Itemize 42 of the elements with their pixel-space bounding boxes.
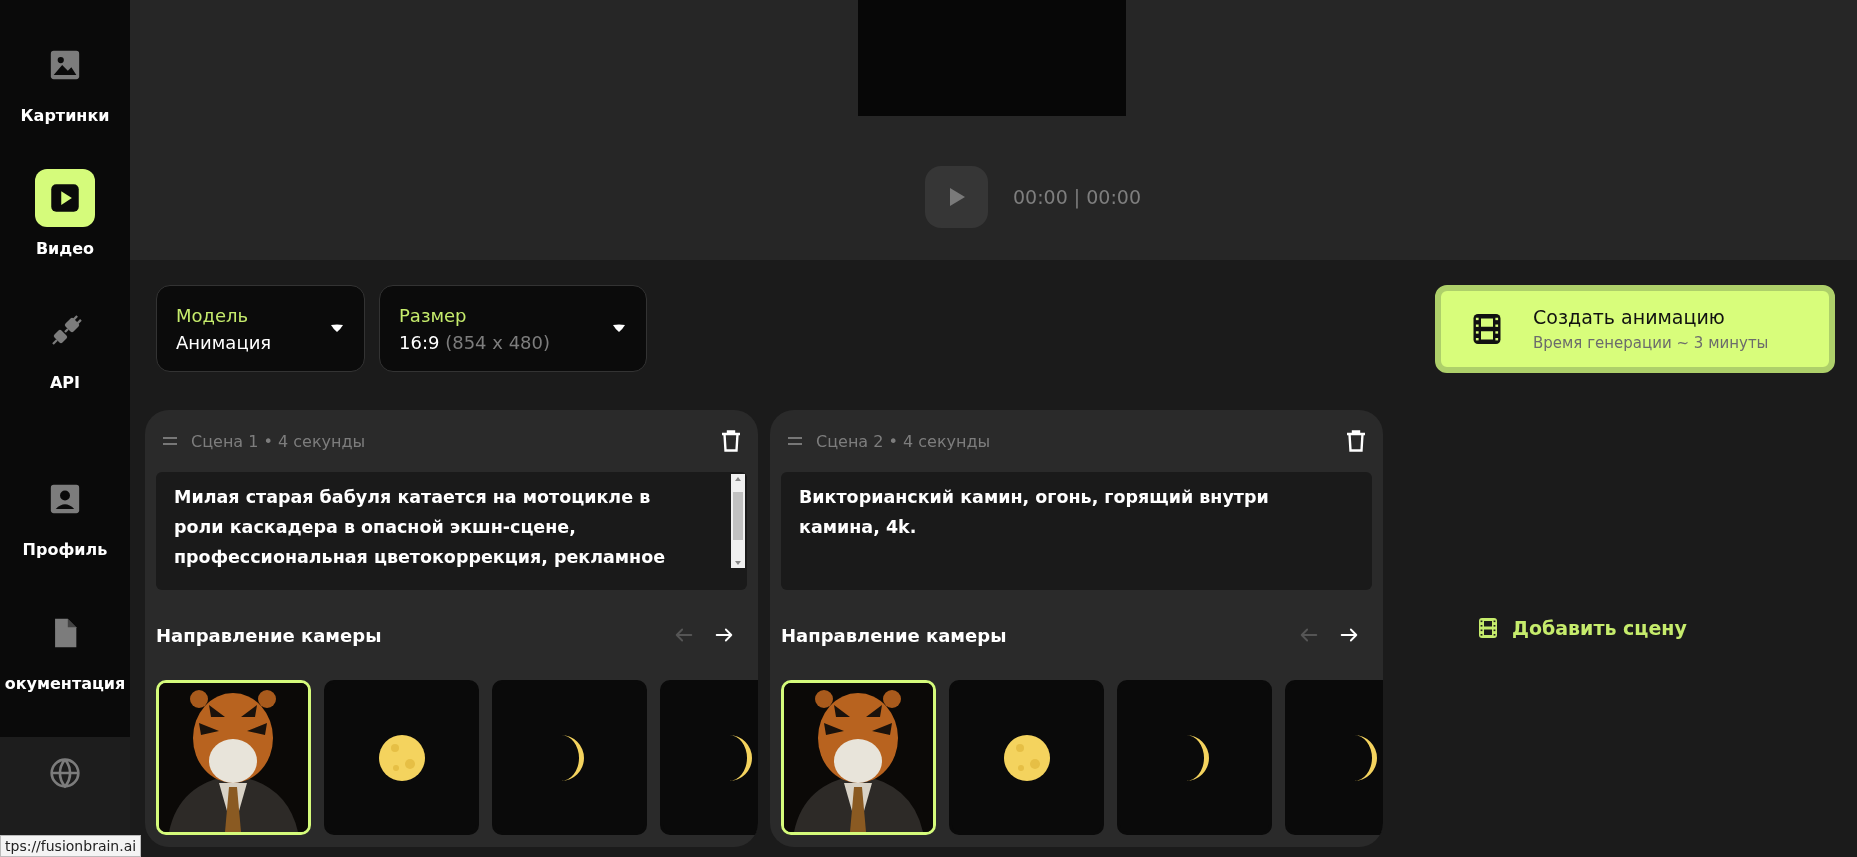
- delete-button[interactable]: [721, 430, 741, 452]
- create-subtitle: Время генерации ~ 3 минуты: [1533, 334, 1769, 352]
- trash-icon: [1346, 430, 1366, 452]
- drag-handle-icon[interactable]: [788, 437, 802, 445]
- dropdown-value: Анимация: [176, 331, 272, 353]
- drag-handle-icon[interactable]: [163, 437, 177, 445]
- scene-title: Сцена 1 • 4 секунды: [191, 431, 367, 451]
- add-scene-link[interactable]: Добавить сцену: [1476, 616, 1687, 640]
- scrollbar[interactable]: [731, 474, 745, 568]
- caret-icon: [330, 324, 344, 333]
- dropdown-label: Модель: [176, 304, 250, 326]
- prompt-field[interactable]: Милая старая бабуля катается на мотоцикле в роли каскадера в опасной экшн-сцене, профессиональная цветокоррекция, рекламное: [156, 472, 747, 590]
- dropdown[interactable]: Размер 16:9 (854 x 480): [379, 285, 647, 372]
- camera-option[interactable]: [324, 680, 479, 835]
- caret-icon: [612, 324, 626, 333]
- sidebar-item[interactable]: Видео: [0, 169, 130, 303]
- create-title: Создать анимацию: [1533, 306, 1726, 328]
- prompt-field[interactable]: Викторианский камин, огонь, горящий внутри камина, 4k.: [781, 472, 1372, 590]
- create-animation-button[interactable]: Создать анимацию Время генерации ~ 3 минуты: [1435, 285, 1835, 373]
- sidebar-item[interactable]: окументация: [0, 603, 130, 737]
- play-icon: [947, 187, 966, 207]
- status-url: tps://fusionbrain.ai: [0, 835, 142, 857]
- camera-direction-label: Направление камеры: [781, 624, 1008, 646]
- full-moon-icon: [1002, 733, 1051, 782]
- sidebar-item[interactable]: API: [0, 302, 130, 437]
- film-icon: [1476, 616, 1500, 640]
- play-button[interactable]: [925, 166, 988, 228]
- image-icon: [48, 48, 82, 82]
- trash-icon: [721, 430, 741, 452]
- playback-time: 00:00 | 00:00: [1013, 186, 1141, 208]
- dropdown-label: Размер: [399, 304, 468, 326]
- scene-title: Сцена 2 • 4 секунды: [816, 431, 992, 451]
- sidebar-item[interactable]: Картинки: [0, 36, 130, 170]
- dropdown-value: 16:9 (854 x 480): [399, 331, 550, 353]
- play-icon: [50, 183, 80, 214]
- sidebar-item[interactable]: Профиль: [0, 470, 130, 604]
- camera-option[interactable]: [949, 680, 1104, 835]
- globe-icon[interactable]: [49, 756, 81, 789]
- full-moon-icon: [377, 733, 426, 782]
- camera-direction-label: Направление камеры: [156, 624, 383, 646]
- dropdown[interactable]: Модель Анимация: [156, 285, 365, 372]
- delete-button[interactable]: [1346, 430, 1366, 452]
